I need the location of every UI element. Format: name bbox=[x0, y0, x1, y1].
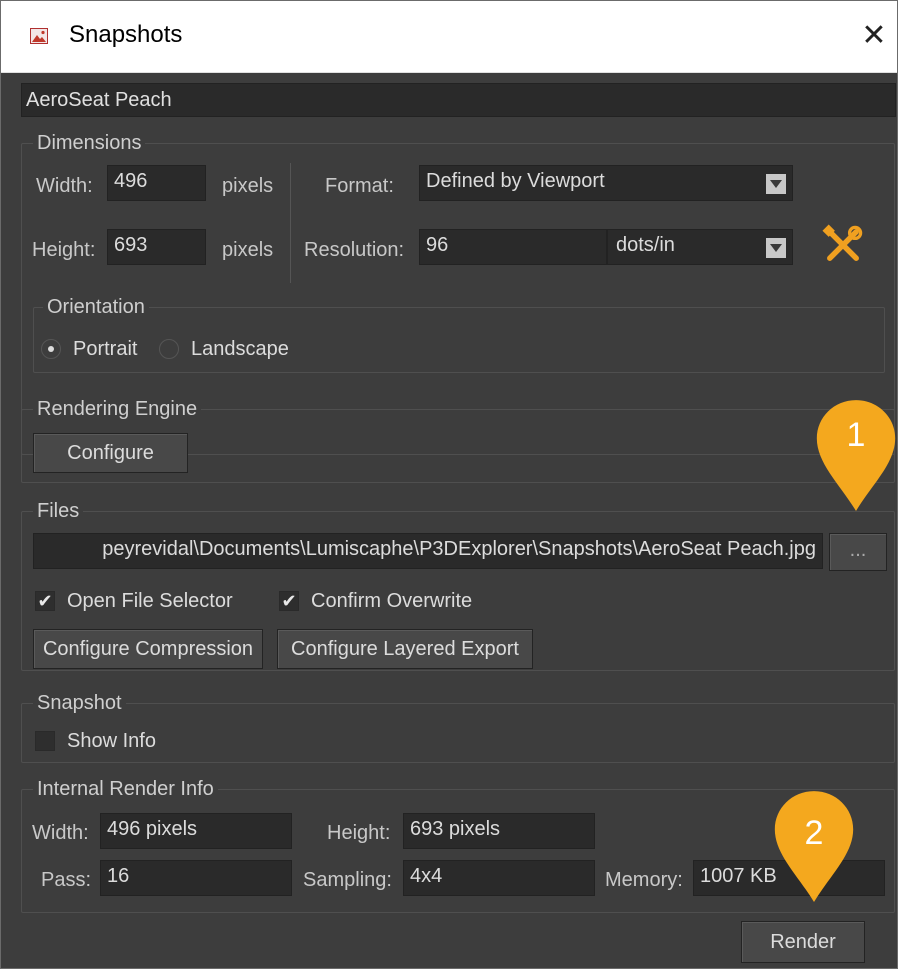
render-width-value: 496 pixels bbox=[100, 813, 292, 849]
browse-button[interactable]: ... bbox=[829, 533, 887, 571]
width-label: Width: bbox=[36, 175, 93, 197]
callout-2-number: 2 bbox=[804, 814, 824, 852]
close-button[interactable]: ✕ bbox=[859, 19, 889, 53]
show-info-checkbox[interactable] bbox=[35, 731, 55, 751]
orientation-title: Orientation bbox=[43, 296, 149, 319]
open-file-selector-label[interactable]: Open File Selector bbox=[67, 590, 233, 613]
render-button[interactable]: Render bbox=[741, 921, 865, 963]
sampling-value: 4x4 bbox=[403, 860, 595, 896]
resolution-label: Resolution: bbox=[304, 239, 405, 261]
resolution-unit-dropdown-arrow-icon[interactable] bbox=[766, 238, 786, 258]
format-label: Format: bbox=[325, 175, 394, 197]
width-unit: pixels bbox=[222, 175, 274, 197]
snapshot-app-icon bbox=[30, 28, 48, 44]
pass-value: 16 bbox=[100, 860, 292, 896]
height-label: Height: bbox=[32, 239, 96, 261]
sampling-label: Sampling: bbox=[303, 869, 392, 891]
open-file-selector-checkbox[interactable]: ✔ bbox=[35, 591, 55, 611]
pass-label: Pass: bbox=[41, 869, 92, 891]
dimensions-title: Dimensions bbox=[33, 132, 146, 155]
window-title: Snapshots bbox=[69, 21, 183, 48]
show-info-label[interactable]: Show Info bbox=[67, 730, 156, 753]
render-height-value: 693 pixels bbox=[403, 813, 595, 849]
format-select[interactable]: Defined by Viewport bbox=[419, 165, 793, 201]
width-input[interactable]: 496 bbox=[107, 165, 206, 201]
snapshots-window: Snapshots ✕ AeroSeat Peach Dimensions Wi… bbox=[0, 0, 898, 969]
wrench-screwdriver-icon[interactable] bbox=[821, 223, 865, 267]
render-width-label: Width: bbox=[32, 822, 89, 844]
dialog-content: AeroSeat Peach Dimensions Width: 496 pix… bbox=[1, 73, 897, 968]
dimensions-divider bbox=[290, 163, 291, 283]
orientation-group bbox=[33, 307, 885, 373]
callout-1-number: 1 bbox=[846, 416, 866, 454]
portrait-radio[interactable] bbox=[41, 339, 61, 359]
landscape-radio[interactable] bbox=[159, 339, 179, 359]
confirm-overwrite-checkbox[interactable]: ✔ bbox=[279, 591, 299, 611]
confirm-overwrite-label[interactable]: Confirm Overwrite bbox=[311, 590, 472, 613]
configure-rendering-button[interactable]: Configure bbox=[33, 433, 188, 473]
portrait-label[interactable]: Portrait bbox=[73, 338, 137, 361]
render-height-label: Height: bbox=[327, 822, 391, 844]
rendering-engine-title: Rendering Engine bbox=[33, 398, 202, 421]
snapshot-title: Snapshot bbox=[33, 692, 126, 715]
height-input[interactable]: 693 bbox=[107, 229, 206, 265]
internal-render-info-title: Internal Render Info bbox=[33, 778, 218, 801]
memory-label: Memory: bbox=[605, 869, 683, 891]
callout-1-marker bbox=[816, 400, 896, 511]
format-dropdown-arrow-icon[interactable] bbox=[766, 174, 786, 194]
height-unit: pixels bbox=[222, 239, 274, 261]
landscape-label[interactable]: Landscape bbox=[191, 338, 289, 361]
resolution-input[interactable]: 96 bbox=[419, 229, 607, 265]
configure-layered-export-button[interactable]: Configure Layered Export bbox=[277, 629, 533, 669]
title-bar: Snapshots ✕ bbox=[1, 1, 897, 73]
configure-compression-button[interactable]: Configure Compression bbox=[33, 629, 263, 669]
snapshot-name-field[interactable]: AeroSeat Peach bbox=[21, 83, 896, 117]
files-title: Files bbox=[33, 500, 84, 523]
file-path-input[interactable]: peyrevidal\Documents\Lumiscaphe\P3DExplo… bbox=[33, 533, 823, 569]
